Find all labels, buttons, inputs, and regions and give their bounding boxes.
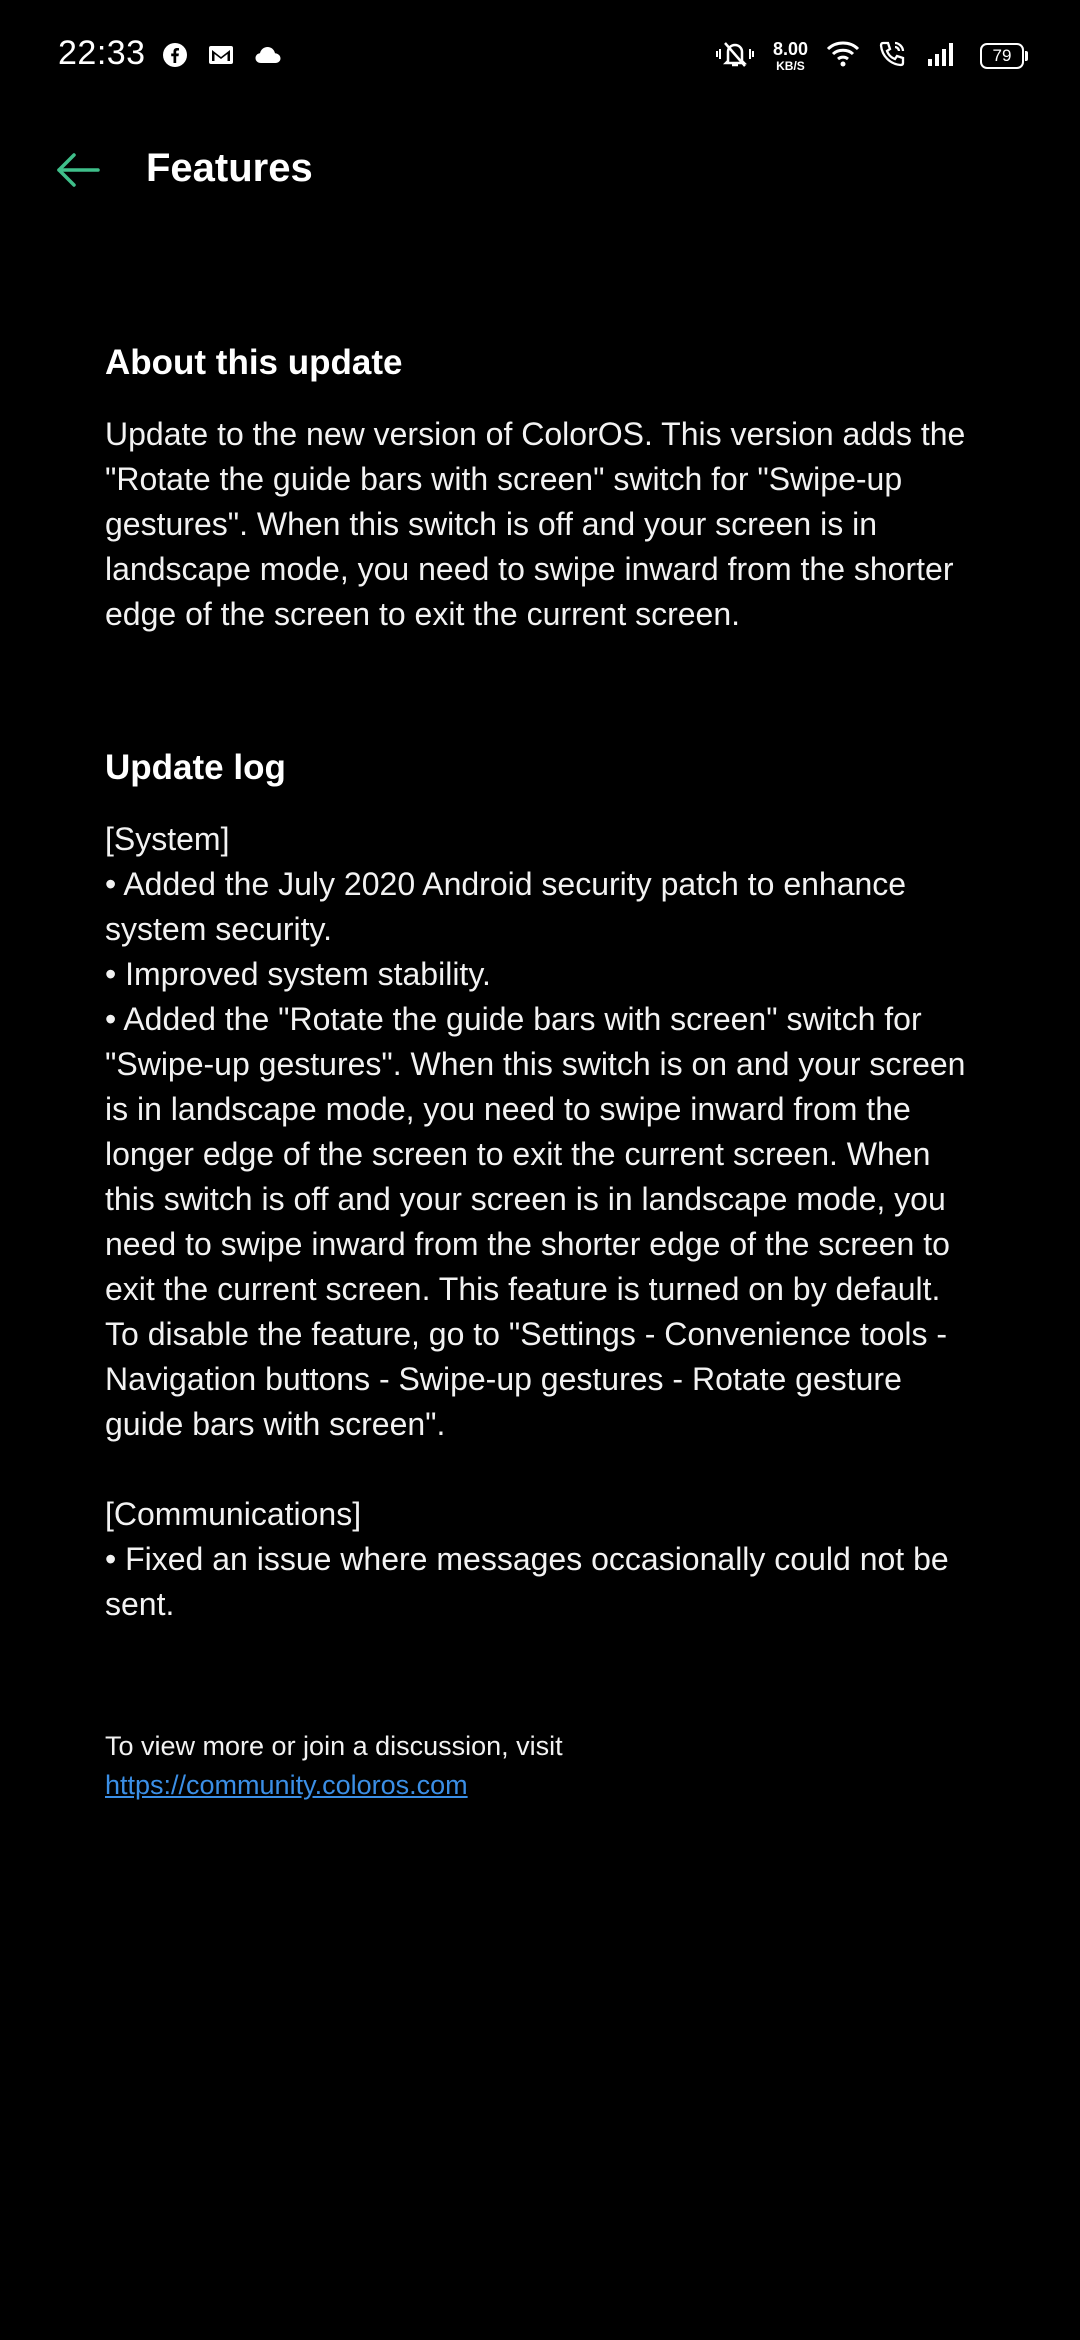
log-line: Navigation buttons - Swipe-up gestures -… bbox=[105, 1361, 902, 1397]
signal-icon bbox=[926, 41, 956, 72]
gmail-icon bbox=[208, 44, 234, 66]
log-line: need to swipe inward from the shorter ed… bbox=[105, 1226, 950, 1262]
about-line: "Rotate the guide bars with screen" swit… bbox=[105, 461, 903, 497]
back-arrow-icon bbox=[55, 152, 101, 193]
log-line: is in landscape mode, you need to swipe … bbox=[105, 1091, 911, 1127]
log-line: • Improved system stability. bbox=[105, 956, 491, 992]
log-line: longer edge of the screen to exit the cu… bbox=[105, 1136, 931, 1172]
log-line: [Communications] bbox=[105, 1496, 362, 1532]
log-line: sent. bbox=[105, 1586, 175, 1622]
mute-vibrate-icon bbox=[715, 39, 755, 74]
net-speed-unit: KB/S bbox=[776, 59, 805, 73]
app-header: Features bbox=[0, 130, 1080, 214]
footer: To view more or join a discussion, visit… bbox=[105, 1727, 985, 1805]
footer-note: To view more or join a discussion, visit bbox=[105, 1731, 563, 1761]
about-text: Update to the new version of ColorOS. Th… bbox=[105, 412, 985, 637]
net-speed-value: 8.00 bbox=[772, 39, 808, 59]
log-line: "Swipe-up gestures". When this switch is… bbox=[105, 1046, 966, 1082]
features-content: About this update Update to the new vers… bbox=[105, 332, 985, 1805]
network-speed: 8.00 KB/S bbox=[773, 40, 808, 72]
log-line: • Added the July 2020 Android security p… bbox=[105, 866, 907, 902]
about-line: landscape mode, you need to swipe inward… bbox=[105, 551, 954, 587]
about-line: edge of the screen to exit the current s… bbox=[105, 596, 741, 632]
wifi-icon bbox=[826, 40, 860, 73]
communications-log: [Communications] • Fixed an issue where … bbox=[105, 1492, 985, 1627]
log-line: this switch is off and your screen is in… bbox=[105, 1181, 946, 1217]
battery-icon: 79 bbox=[980, 43, 1028, 69]
facebook-icon bbox=[162, 42, 188, 68]
log-line: • Fixed an issue where messages occasion… bbox=[105, 1541, 949, 1577]
notification-icons bbox=[162, 42, 282, 68]
page-title: Features bbox=[146, 146, 313, 190]
update-log-heading: Update log bbox=[105, 748, 286, 787]
status-bar: 22:33 8.00 KB/S 79 bbox=[0, 0, 1080, 110]
log-line: • Added the "Rotate the guide bars with … bbox=[105, 1001, 922, 1037]
community-link[interactable]: https://community.coloros.com bbox=[105, 1766, 468, 1805]
log-line: exit the current screen. This feature is… bbox=[105, 1271, 941, 1307]
status-time: 22:33 bbox=[58, 34, 146, 72]
log-line: guide bars with screen". bbox=[105, 1406, 446, 1442]
system-status-icons: 8.00 KB/S 79 bbox=[715, 36, 1028, 76]
system-log: [System] • Added the July 2020 Android s… bbox=[105, 817, 985, 1447]
log-line: To disable the feature, go to "Settings … bbox=[105, 1316, 948, 1352]
about-line: gestures". When this switch is off and y… bbox=[105, 506, 877, 542]
about-heading: About this update bbox=[105, 343, 403, 382]
wifi-calling-icon bbox=[878, 40, 908, 73]
back-button[interactable] bbox=[50, 148, 106, 196]
about-line: Update to the new version of ColorOS. Th… bbox=[105, 416, 966, 452]
log-line: [System] bbox=[105, 821, 230, 857]
log-line: system security. bbox=[105, 911, 332, 947]
cloud-icon bbox=[254, 45, 282, 65]
